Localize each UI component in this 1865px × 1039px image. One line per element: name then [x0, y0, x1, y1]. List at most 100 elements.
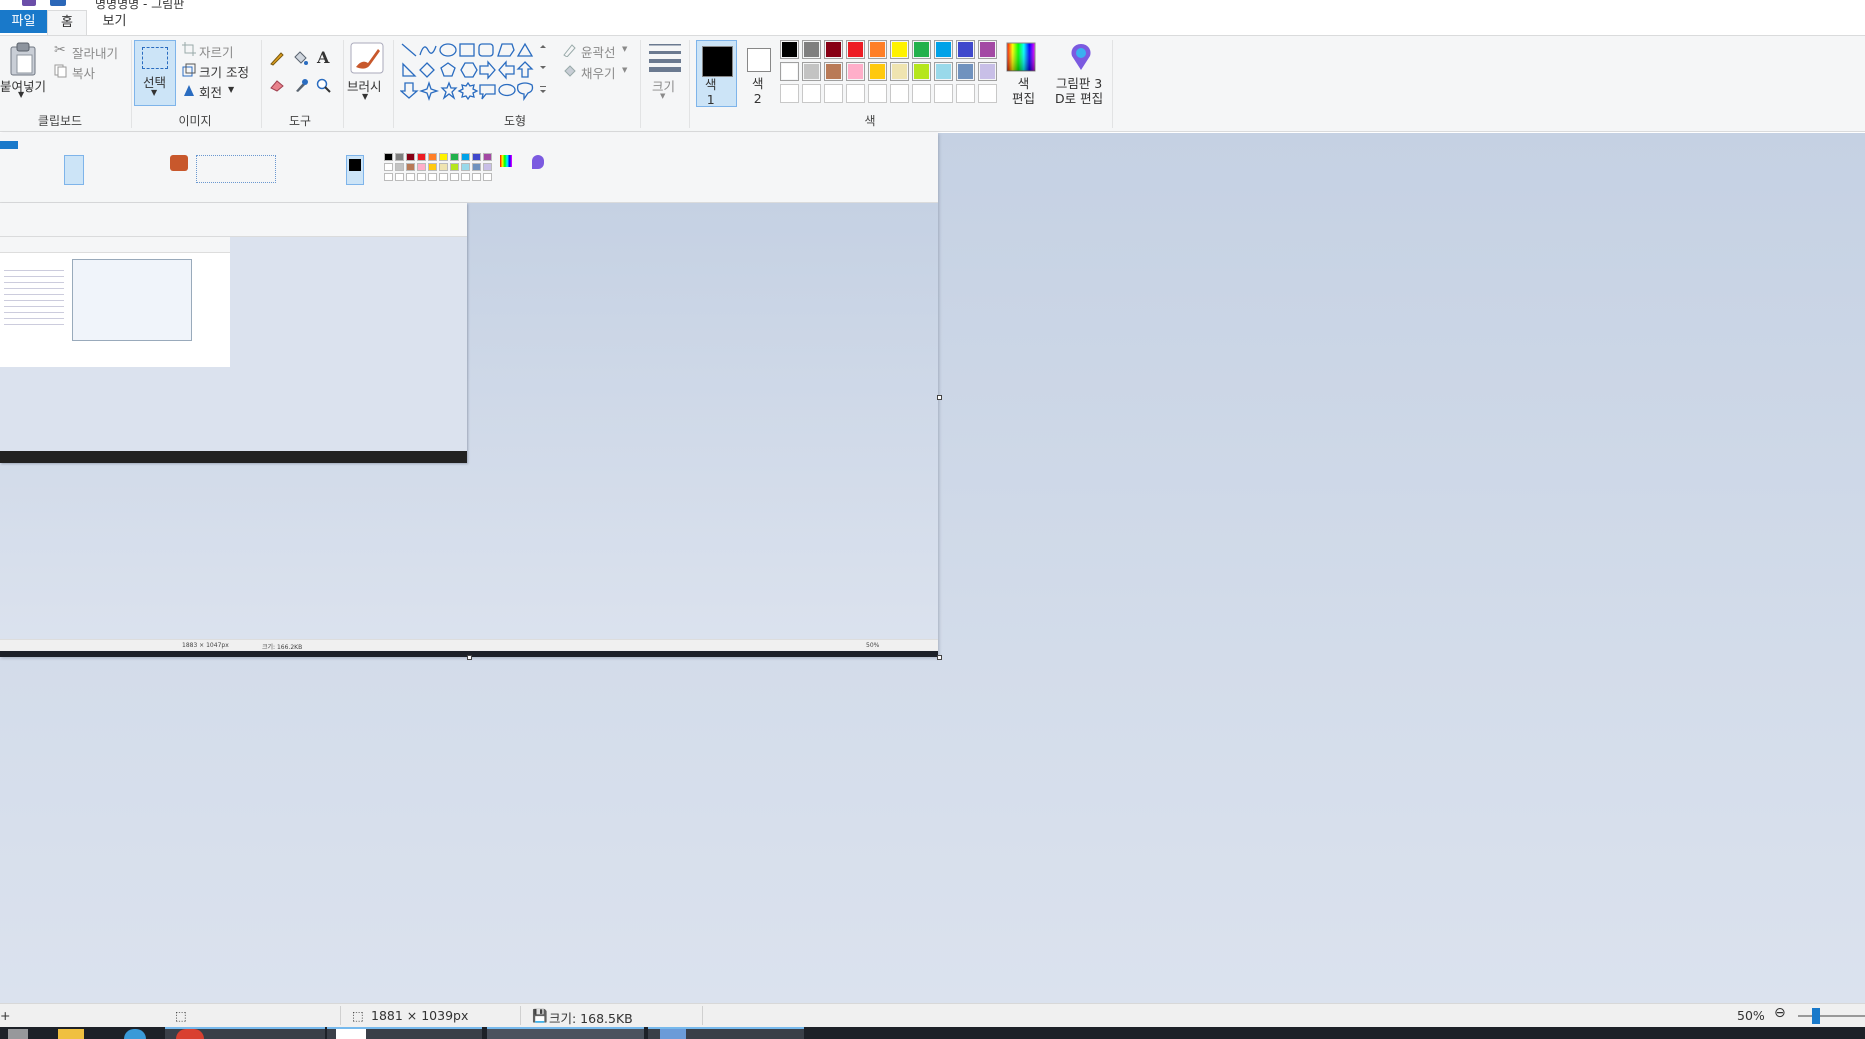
zoom-slider-thumb[interactable]: [1812, 1008, 1820, 1024]
color-swatch[interactable]: [780, 40, 799, 59]
color-swatch[interactable]: [934, 40, 953, 59]
resize-handle-corner[interactable]: [937, 655, 942, 660]
edit-colors-button[interactable]: 색 편집: [1012, 76, 1035, 106]
color-swatch[interactable]: [824, 40, 843, 59]
size-dropdown-icon[interactable]: ▼: [660, 92, 665, 100]
custom-color-slot[interactable]: [978, 84, 997, 103]
divider: [520, 1006, 521, 1025]
resize-icon: [182, 63, 196, 77]
nested-canvas-3: [0, 237, 230, 367]
undo-icon[interactable]: [50, 0, 66, 6]
nested-screenshot: 1883 × 1047px 크기: 166.2KB 50%: [0, 133, 938, 657]
line-size-icon[interactable]: [648, 42, 682, 72]
color-swatch[interactable]: [934, 62, 953, 81]
color-swatch[interactable]: [912, 62, 931, 81]
eraser-icon[interactable]: [269, 78, 285, 92]
cut-button[interactable]: 잘라내기: [72, 43, 118, 62]
ribbon: 붙여넣기 ▼ ✂ 잘라내기 복사 클립보드 선택 ▼ 자르기 크기 조정 회전 …: [0, 35, 1865, 132]
title-bar: 명명명명 - 그림판: [0, 0, 1865, 11]
nested-taskbar-2: [0, 451, 467, 463]
color-swatch[interactable]: [780, 62, 799, 81]
color-swatch[interactable]: [978, 40, 997, 59]
outline-dropdown-icon[interactable]: ▼: [622, 45, 627, 53]
select-rect-icon: [142, 47, 168, 69]
divider: [393, 40, 394, 128]
pencil-icon[interactable]: [269, 50, 285, 66]
taskbar-app-explorer[interactable]: [58, 1029, 84, 1039]
custom-color-slot[interactable]: [934, 84, 953, 103]
fill-button[interactable]: 채우기: [581, 63, 616, 82]
image-dimensions: 1881 × 1039px: [371, 1008, 469, 1023]
shapes-gallery[interactable]: [400, 42, 550, 104]
start-button[interactable]: [8, 1029, 28, 1039]
custom-color-slot[interactable]: [846, 84, 865, 103]
tab-view[interactable]: 보기: [92, 10, 137, 33]
color-swatch[interactable]: [978, 62, 997, 81]
taskbar-app-paint[interactable]: [487, 1027, 644, 1039]
color-swatch[interactable]: [802, 40, 821, 59]
color-swatch[interactable]: [868, 62, 887, 81]
rotate-dropdown-icon[interactable]: ▼: [228, 85, 234, 94]
color-swatch[interactable]: [912, 40, 931, 59]
image-group-label: 이미지: [178, 114, 212, 128]
nested-color-swatch: [406, 153, 415, 161]
zoom-slider[interactable]: [1798, 1008, 1865, 1024]
paste-icon[interactable]: [8, 42, 38, 76]
nested-paint3d-icon: [532, 155, 544, 169]
magnifier-icon[interactable]: [316, 78, 332, 94]
custom-color-slot[interactable]: [912, 84, 931, 103]
paint3d-icon[interactable]: [1068, 42, 1094, 72]
custom-color-slot[interactable]: [802, 84, 821, 103]
status-bar: + ⬚ ⬚ 1881 × 1039px 💾 크기: 168.5KB 50% ⊖: [0, 1003, 1865, 1027]
tools-group-label: 도구: [288, 114, 312, 128]
edit-colors-icon[interactable]: [1006, 42, 1036, 72]
disk-icon: 💾: [532, 1008, 548, 1023]
tab-home[interactable]: 홈: [47, 10, 87, 35]
custom-color-slot[interactable]: [868, 84, 887, 103]
color-picker-icon[interactable]: [294, 78, 308, 92]
brushes-dropdown-icon[interactable]: ▼: [362, 92, 368, 101]
cursor-position-icon: +: [0, 1008, 11, 1023]
paint3d-button[interactable]: 그림판 3 D로 편집: [1055, 76, 1103, 106]
outline-icon: [563, 44, 576, 57]
custom-color-slot[interactable]: [956, 84, 975, 103]
copy-icon: [54, 64, 67, 78]
color-swatch[interactable]: [890, 62, 909, 81]
tab-file[interactable]: 파일: [0, 10, 47, 33]
color-swatch[interactable]: [824, 62, 843, 81]
color-swatch[interactable]: [846, 62, 865, 81]
taskbar-app-2-icon: [336, 1029, 366, 1039]
color1-button[interactable]: 색 1: [696, 40, 737, 107]
resize-handle-right[interactable]: [937, 395, 942, 400]
taskbar-app-4-icon: [660, 1029, 686, 1039]
custom-color-slot[interactable]: [780, 84, 799, 103]
resize-button[interactable]: 크기 조정: [199, 62, 249, 81]
copy-button[interactable]: 복사: [72, 63, 95, 82]
fill-dropdown-icon[interactable]: ▼: [622, 66, 627, 74]
text-icon[interactable]: A: [317, 48, 329, 67]
select-button[interactable]: 선택 ▼: [134, 40, 176, 106]
crop-icon: [182, 42, 196, 56]
color-swatch[interactable]: [956, 62, 975, 81]
color-swatch[interactable]: [890, 40, 909, 59]
color-swatch[interactable]: [846, 40, 865, 59]
rotate-button[interactable]: 회전: [199, 82, 222, 101]
color-swatch[interactable]: [956, 40, 975, 59]
brush-icon[interactable]: [350, 42, 384, 74]
canvas[interactable]: 1883 × 1047px 크기: 166.2KB 50%: [0, 133, 938, 657]
crop-button[interactable]: 자르기: [199, 42, 234, 61]
outline-button[interactable]: 윤곽선: [581, 42, 616, 61]
taskbar-app-ie[interactable]: [124, 1029, 146, 1039]
color-swatch[interactable]: [802, 62, 821, 81]
custom-color-slot[interactable]: [890, 84, 909, 103]
resize-handle-bottom[interactable]: [467, 655, 472, 660]
save-icon[interactable]: [22, 0, 36, 6]
custom-color-slot[interactable]: [824, 84, 843, 103]
color-swatch[interactable]: [868, 40, 887, 59]
nested-tab-file: [0, 141, 18, 149]
zoom-out-icon[interactable]: ⊖: [1774, 1005, 1786, 1021]
color2-button[interactable]: 색 2: [742, 40, 776, 107]
divider: [340, 1006, 341, 1025]
paste-dropdown-icon[interactable]: ▼: [18, 90, 24, 99]
fill-bucket-icon[interactable]: [292, 50, 308, 66]
